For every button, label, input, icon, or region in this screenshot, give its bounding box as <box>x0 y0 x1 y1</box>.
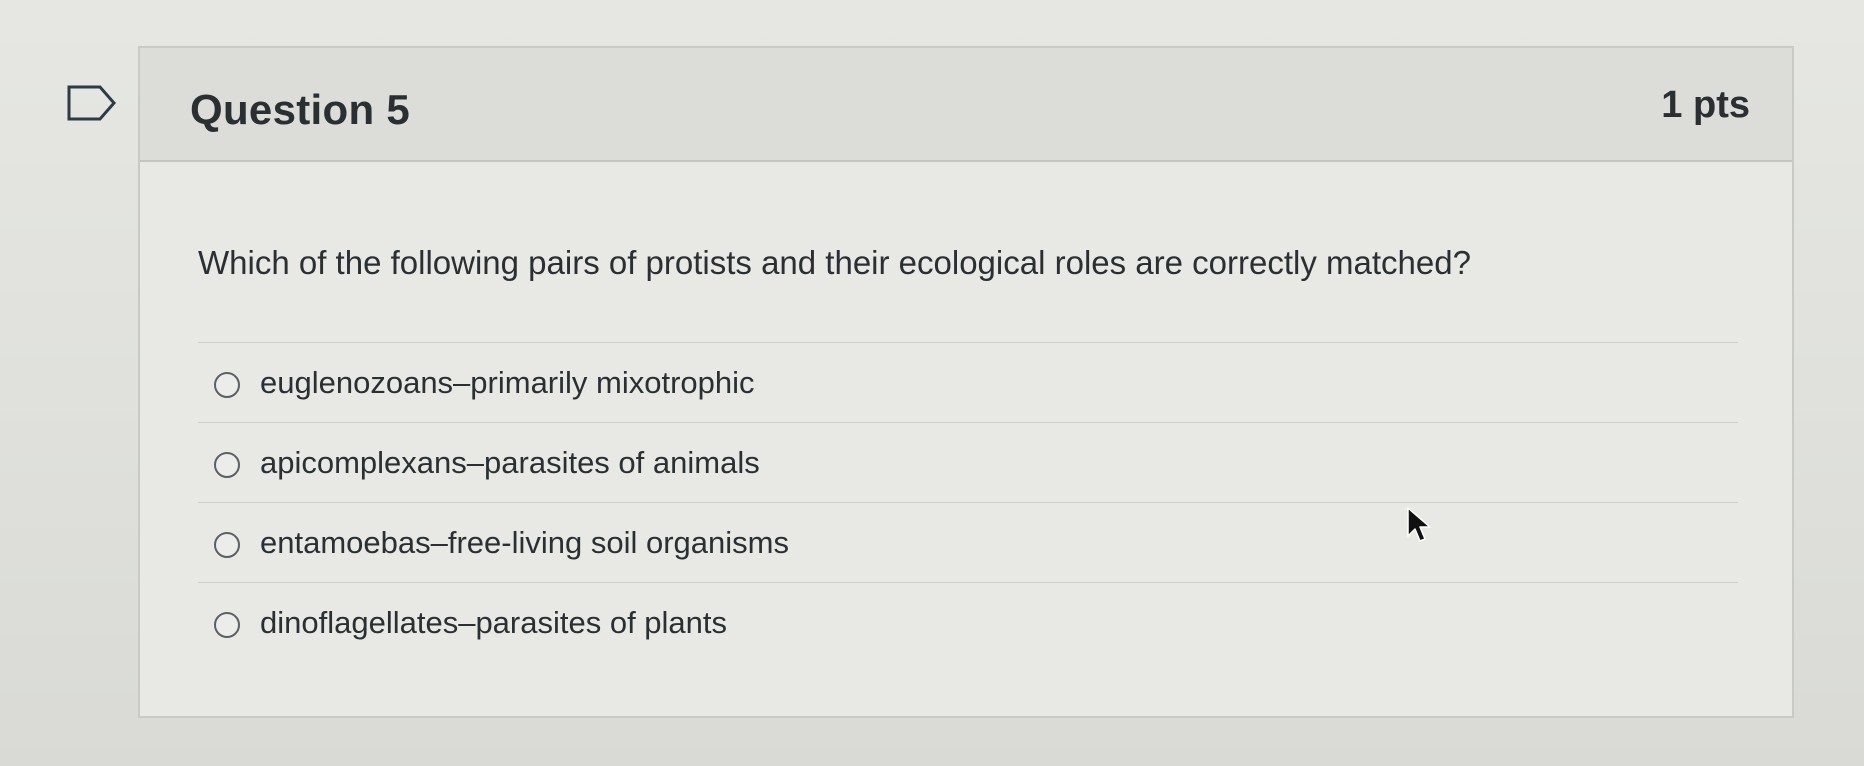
question-title: Question 5 <box>190 86 411 133</box>
question-points: 1 pts <box>1661 84 1750 126</box>
answer-option[interactable]: entamoebas–free-living soil organisms <box>198 502 1738 582</box>
flag-question-icon[interactable] <box>66 84 118 122</box>
answer-label[interactable]: entamoebas–free-living soil organisms <box>260 525 789 561</box>
mouse-pointer-icon <box>1407 507 1431 542</box>
question-text: Which of the following pairs of protists… <box>198 244 1471 281</box>
question-header: Question 5 1 pts <box>140 48 1792 162</box>
answer-option[interactable]: apicomplexans–parasites of animals <box>198 422 1738 502</box>
answer-list: euglenozoans–primarily mixotrophic apico… <box>198 342 1738 662</box>
answer-label[interactable]: euglenozoans–primarily mixotrophic <box>260 365 755 401</box>
answer-label[interactable]: apicomplexans–parasites of animals <box>260 445 760 481</box>
radio-button[interactable] <box>214 372 240 398</box>
radio-button[interactable] <box>214 452 240 478</box>
radio-button[interactable] <box>214 612 240 638</box>
answer-label[interactable]: dinoflagellates–parasites of plants <box>260 605 727 641</box>
question-card: Question 5 1 pts Which of the following … <box>138 46 1794 718</box>
answer-option[interactable]: euglenozoans–primarily mixotrophic <box>198 342 1738 422</box>
radio-button[interactable] <box>214 532 240 558</box>
answer-option[interactable]: dinoflagellates–parasites of plants <box>198 582 1738 662</box>
